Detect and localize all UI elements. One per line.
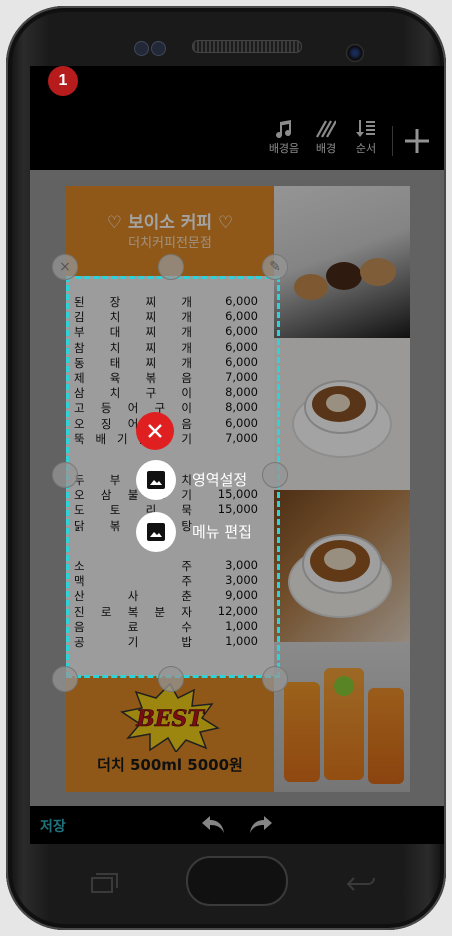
area-setting-button[interactable] (136, 460, 176, 500)
close-menu-button[interactable] (136, 412, 174, 450)
coffee-cup-photo (274, 490, 410, 642)
save-button[interactable]: 저장 (40, 816, 66, 836)
app-screen: 1 배경음 배경 순서 ♡ 보이소 커피 ♡ 더치커피전문점 된 장 찌 개 6… (30, 66, 444, 844)
background-button[interactable]: 배경 (304, 120, 348, 156)
home-button[interactable] (186, 856, 288, 906)
area-setting-label[interactable]: 영역설정 (192, 469, 247, 490)
delete-handle-icon[interactable]: × (52, 254, 78, 280)
sort-order-icon (356, 120, 375, 137)
order-label: 순서 (355, 142, 377, 155)
back-icon[interactable] (346, 874, 376, 894)
best-text: BEST (135, 706, 205, 732)
bottom-toolbar: 저장 (30, 806, 444, 844)
background-label: 배경 (315, 142, 337, 155)
bgm-label: 배경음 (268, 142, 300, 155)
menu-edit-button[interactable] (136, 512, 176, 552)
image-icon (147, 471, 165, 489)
image-icon (147, 523, 165, 541)
recent-apps-icon[interactable] (90, 872, 120, 894)
bgm-button[interactable]: 배경음 (262, 120, 306, 156)
order-button[interactable]: 순서 (344, 120, 388, 156)
toolbar-divider (392, 126, 393, 156)
resize-handle-bottom-right[interactable] (262, 666, 288, 692)
redo-icon[interactable] (248, 814, 274, 836)
phone-frame: 1 배경음 배경 순서 ♡ 보이소 커피 ♡ 더치커피전문점 된 장 찌 개 6… (6, 6, 446, 930)
close-icon (148, 424, 162, 438)
front-sensor (134, 41, 149, 56)
front-sensor (151, 41, 166, 56)
resize-handle-left[interactable] (52, 462, 78, 488)
resize-handle-bottom-left[interactable] (52, 666, 78, 692)
top-toolbar: 배경음 배경 순서 (30, 112, 444, 170)
latte-photo (274, 338, 410, 490)
resize-handle-right[interactable] (262, 462, 288, 488)
resize-handle-bottom[interactable] (158, 666, 184, 692)
macaron-photo (274, 186, 410, 338)
promo-text: 더치 500ml 5000원 (97, 756, 243, 774)
best-panel: BEST 더치 500ml 5000원 (66, 676, 274, 792)
step-badge: 1 (48, 66, 78, 96)
best-burst-icon: BEST (120, 682, 220, 752)
earpiece-speaker (192, 40, 302, 53)
music-note-icon (276, 120, 292, 138)
add-icon[interactable] (400, 124, 434, 158)
background-pattern-icon (316, 120, 336, 138)
undo-icon[interactable] (200, 814, 226, 836)
resize-handle-top[interactable] (158, 254, 184, 280)
menu-title: ♡ 보이소 커피 ♡ (106, 213, 234, 233)
edit-handle-icon[interactable]: ✎ (262, 254, 288, 280)
menu-edit-label[interactable]: 메뉴 편집 (192, 521, 252, 542)
front-camera (346, 44, 364, 62)
menu-subtitle: 더치커피전문점 (128, 236, 212, 251)
iced-tea-photo (274, 642, 410, 792)
